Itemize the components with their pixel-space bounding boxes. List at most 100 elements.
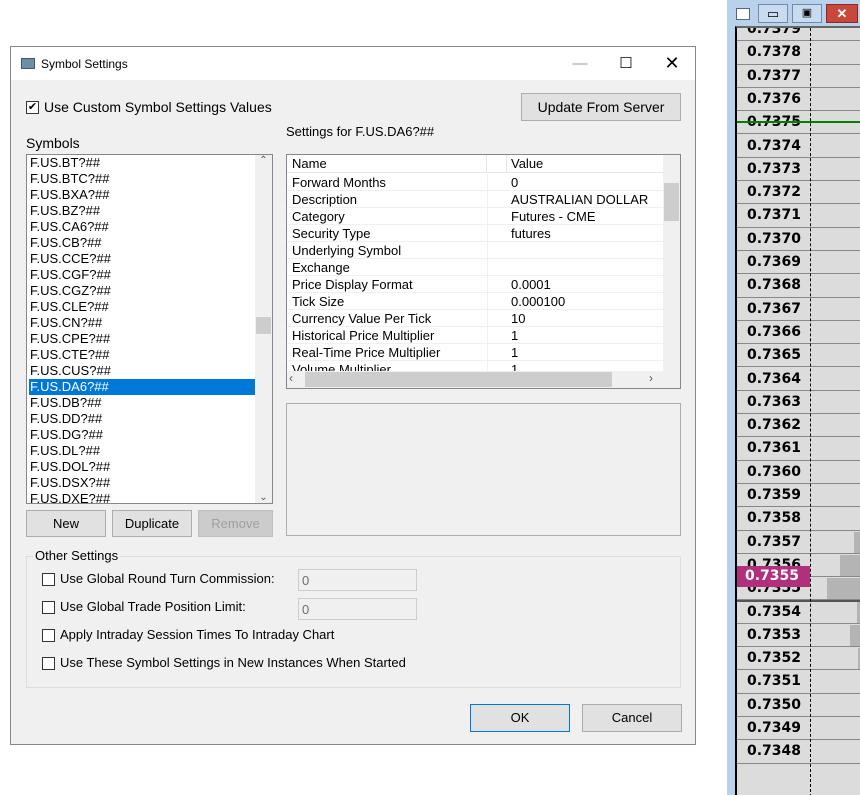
grid-row-value[interactable]: 10 [511,310,525,327]
use-custom-checkbox[interactable]: ✔ [26,101,39,114]
ladder-price-row[interactable]: 0.7377 [737,65,860,88]
grid-horizontal-scrollbar[interactable]: ‹ › [287,371,680,388]
maximize-button[interactable]: ☐ [603,47,649,80]
ladder-close-button[interactable]: ✕ [826,4,858,23]
symbol-list-item[interactable]: F.US.BTC?## [29,171,256,187]
grid-row[interactable]: Category Futures - CME [287,208,663,225]
grid-row-value[interactable]: 0 [511,174,518,191]
scrollbar-thumb[interactable] [256,317,271,334]
minimize-button[interactable]: — [557,47,603,80]
ladder-price-row[interactable]: 0.7373 [737,158,860,182]
ladder-price-row[interactable]: 0.7369 [737,251,860,275]
symbol-list-item[interactable]: F.US.DG?## [29,427,256,443]
ladder-price-row[interactable]: 0.7351 [737,670,860,694]
symbol-list-item[interactable]: F.US.CB?## [29,235,256,251]
grid-row[interactable]: Underlying Symbol [287,242,663,259]
symbol-list-item[interactable]: F.US.CLE?## [29,299,256,315]
ladder-price-row[interactable]: 0.7378 [737,41,860,65]
global-position-limit-input[interactable]: 0 [298,598,417,620]
ladder-price-row[interactable]: 0.7362 [737,414,860,438]
grid-row-value[interactable]: 1 [511,327,518,344]
ladder-price-row[interactable]: 0.7376 [737,88,860,112]
grid-row[interactable]: Security Type futures [287,225,663,242]
symbol-list-item[interactable]: F.US.DA6?## [29,379,256,395]
ladder-price-row[interactable]: 0.7358 [737,507,860,531]
symbol-list-item[interactable]: F.US.CN?## [29,315,256,331]
grid-row-value[interactable]: 0.0001 [511,276,551,293]
grid-row-value[interactable]: 1 [511,344,518,361]
symbol-list-item[interactable]: F.US.CGZ?## [29,283,256,299]
ladder-price-row[interactable]: 0.7371 [737,204,860,228]
ladder-price-row[interactable]: 0.7360 [737,461,860,484]
scroll-left-icon[interactable]: ‹ [289,371,293,385]
symbols-list[interactable]: F.US.BT?## F.US.BTC?## F.US.BXA?## F.US.BZ?… [26,154,273,504]
intraday-session-checkbox[interactable] [42,629,55,642]
scroll-up-icon[interactable]: ⌃ [255,155,272,166]
grid-row[interactable]: Tick Size 0.000100 [287,293,663,310]
ladder-price-row[interactable]: 0.7374 [737,135,860,158]
grid-row[interactable]: Forward Months 0 [287,174,663,191]
ladder-price-row[interactable]: 0.7353 [737,624,860,648]
new-button[interactable]: New [26,510,106,537]
symbol-list-item[interactable]: F.US.CTE?## [29,347,256,363]
symbol-list-item[interactable]: F.US.CA6?## [29,219,256,235]
grid-row[interactable]: Description AUSTRALIAN DOLLAR [287,191,663,208]
grid-vscroll-thumb[interactable] [664,183,679,221]
ladder-maximize-button[interactable]: ▣ [792,4,822,23]
global-commission-input[interactable]: 0 [298,569,417,591]
scroll-right-icon[interactable]: › [649,371,653,385]
symbols-scrollbar[interactable]: ⌃ ⌄ [255,155,272,503]
grid-row-value[interactable]: 0.000100 [511,293,565,310]
symbol-list-item[interactable]: F.US.BZ?## [29,203,256,219]
ladder-price-row[interactable]: 0.7364 [737,368,860,391]
symbol-list-item[interactable]: F.US.CPE?## [29,331,256,347]
ok-button[interactable]: OK [470,704,570,732]
symbol-list-item[interactable]: F.US.CGF?## [29,267,256,283]
grid-row-value[interactable]: AUSTRALIAN DOLLAR [511,191,648,208]
symbol-list-item[interactable]: F.US.BT?## [29,155,256,171]
symbol-list-item[interactable]: F.US.DSX?## [29,475,256,491]
settings-grid[interactable]: Name Value Forward Months 0 Description AUS… [286,154,681,389]
ladder-price-row[interactable]: 0.7363 [737,391,860,415]
ladder-price-row[interactable]: 0.7352 [737,647,860,671]
ladder-price-row[interactable]: 0.7357 [737,531,860,554]
duplicate-button[interactable]: Duplicate [112,510,192,537]
symbol-list-item[interactable]: F.US.DOL?## [29,459,256,475]
ladder-price-row[interactable]: 0.7365 [737,344,860,368]
grid-row-value[interactable]: futures [511,225,551,242]
grid-vertical-scrollbar[interactable] [663,155,680,371]
symbol-list-item[interactable]: F.US.DB?## [29,395,256,411]
close-button[interactable]: ✕ [649,47,695,80]
grid-hscroll-thumb[interactable] [305,372,612,387]
column-header-name[interactable]: Name [287,155,487,173]
grid-row-value[interactable]: Futures - CME [511,208,596,225]
global-position-limit-checkbox[interactable] [42,601,55,614]
global-commission-checkbox[interactable] [42,573,55,586]
scroll-down-icon[interactable]: ⌄ [255,492,272,503]
remove-button[interactable]: Remove [198,510,273,537]
symbol-list-item[interactable]: F.US.BXA?## [29,187,256,203]
ladder-price-row[interactable]: 0.7350 [737,694,860,717]
ladder-price-row[interactable]: 0.7372 [737,181,860,205]
ladder-price-row[interactable]: 0.7368 [737,274,860,298]
grid-row[interactable]: Currency Value Per Tick 10 [287,310,663,327]
price-ladder[interactable]: 0.7379 0.7378 0.7377 0.7376 0.7375 0.7374 0.73… [735,26,860,795]
cancel-button[interactable]: Cancel [582,704,682,732]
ladder-price-row[interactable]: 0.7379 [737,28,860,42]
update-from-server-button[interactable]: Update From Server [521,93,681,121]
ladder-price-row[interactable]: 0.7367 [737,298,860,321]
ladder-price-row[interactable]: 0.7348 [737,740,860,764]
grid-row[interactable]: Real-Time Price Multiplier 1 [287,344,663,361]
ladder-minimize-button[interactable]: ▭ [758,4,788,23]
symbol-list-item[interactable]: F.US.CCE?## [29,251,256,267]
ladder-price-row[interactable]: 0.7361 [737,437,860,461]
new-instances-checkbox[interactable] [42,657,55,670]
ladder-price-row[interactable]: 0.7354 [737,601,860,624]
ladder-price-row[interactable]: 0.7349 [737,717,860,741]
ladder-price-row[interactable]: 0.7370 [737,228,860,251]
symbol-list-item[interactable]: F.US.DXE?## [29,491,256,503]
grid-row[interactable]: Historical Price Multiplier 1 [287,327,663,344]
symbol-list-item[interactable]: F.US.DL?## [29,443,256,459]
grid-row[interactable]: Exchange [287,259,663,276]
symbol-list-item[interactable]: F.US.DD?## [29,411,256,427]
